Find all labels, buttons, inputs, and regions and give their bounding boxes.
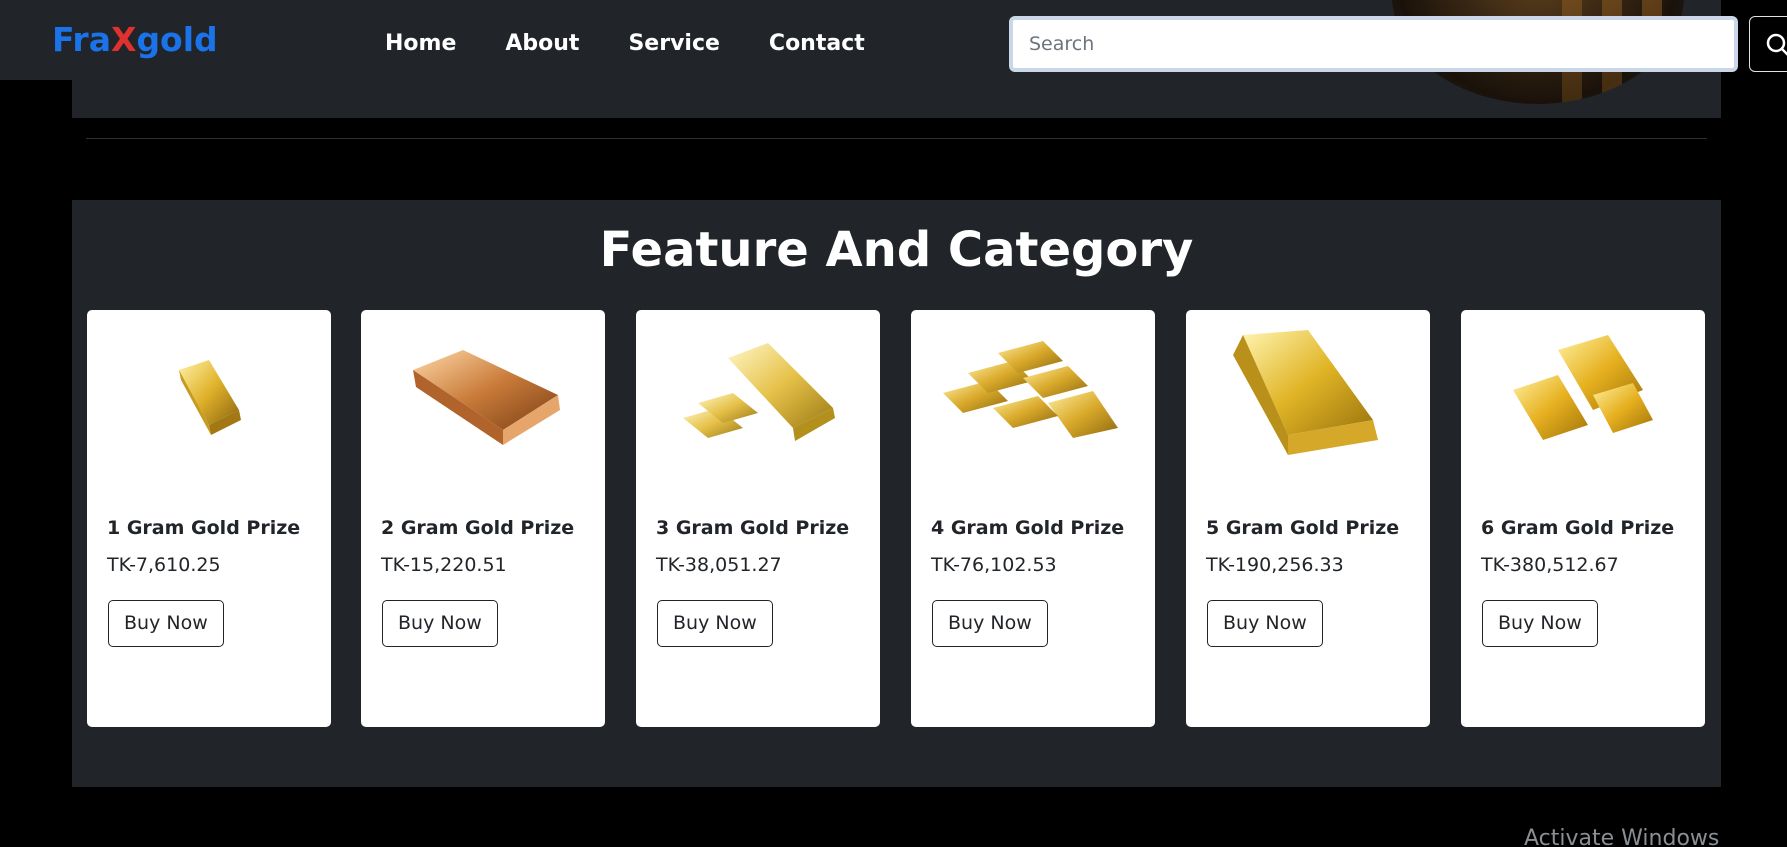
product-title-2: 2 Gram Gold Prize — [381, 517, 575, 539]
product-card-4: 4 Gram Gold Prize TK-76,102.53 Buy Now — [911, 310, 1155, 727]
activate-windows-watermark: Activate Windows — [1524, 826, 1720, 847]
nav-link-service[interactable]: Service — [628, 31, 719, 56]
buy-now-button-4[interactable]: Buy Now — [932, 600, 1048, 647]
product-image-6 — [1471, 320, 1695, 470]
product-title-6: 6 Gram Gold Prize — [1481, 517, 1675, 539]
section-divider — [86, 138, 1707, 139]
brand-part1: Fra — [52, 20, 111, 59]
product-price-2: TK-15,220.51 — [381, 554, 507, 576]
search-button[interactable] — [1749, 16, 1787, 72]
buy-now-button-3[interactable]: Buy Now — [657, 600, 773, 647]
product-image-2 — [371, 320, 595, 470]
feature-title: Feature And Category — [599, 222, 1194, 278]
product-price-3: TK-38,051.27 — [656, 554, 782, 576]
product-title-5: 5 Gram Gold Prize — [1206, 517, 1400, 539]
search-icon — [1766, 33, 1787, 56]
buy-now-button-5[interactable]: Buy Now — [1207, 600, 1323, 647]
product-price-6: TK-380,512.67 — [1481, 554, 1619, 576]
product-price-1: TK-7,610.25 — [107, 554, 221, 576]
nav-link-contact[interactable]: Contact — [769, 31, 865, 56]
buy-now-button-1[interactable]: Buy Now — [108, 600, 224, 647]
nav-link-home[interactable]: Home — [385, 31, 456, 56]
product-card-1: 1 Gram Gold Prize TK-7,610.25 Buy Now — [87, 310, 331, 727]
product-image-1 — [97, 320, 321, 470]
navbar: FraXgold Home About Service Contact — [0, 0, 1787, 80]
product-image-3 — [646, 320, 870, 470]
product-card-3: 3 Gram Gold Prize TK-38,051.27 Buy Now — [636, 310, 880, 727]
product-image-5 — [1196, 320, 1420, 470]
product-price-5: TK-190,256.33 — [1206, 554, 1344, 576]
product-price-4: TK-76,102.53 — [931, 554, 1057, 576]
nav-links: Home About Service Contact — [385, 31, 914, 56]
product-card-2: 2 Gram Gold Prize TK-15,220.51 Buy Now — [361, 310, 605, 727]
product-card-6: 6 Gram Gold Prize TK-380,512.67 Buy Now — [1461, 310, 1705, 727]
product-title-1: 1 Gram Gold Prize — [107, 517, 301, 539]
brand-part2: X — [110, 20, 137, 59]
brand-logo[interactable]: FraXgold — [52, 20, 218, 59]
brand-part3: gold — [136, 20, 218, 59]
product-title-3: 3 Gram Gold Prize — [656, 517, 850, 539]
search-box — [1009, 16, 1738, 72]
buy-now-button-6[interactable]: Buy Now — [1482, 600, 1598, 647]
buy-now-button-2[interactable]: Buy Now — [382, 600, 498, 647]
product-card-5: 5 Gram Gold Prize TK-190,256.33 Buy Now — [1186, 310, 1430, 727]
product-title-4: 4 Gram Gold Prize — [931, 517, 1125, 539]
product-image-4 — [921, 320, 1145, 470]
nav-link-about[interactable]: About — [505, 31, 579, 56]
search-input[interactable] — [1013, 20, 1734, 68]
